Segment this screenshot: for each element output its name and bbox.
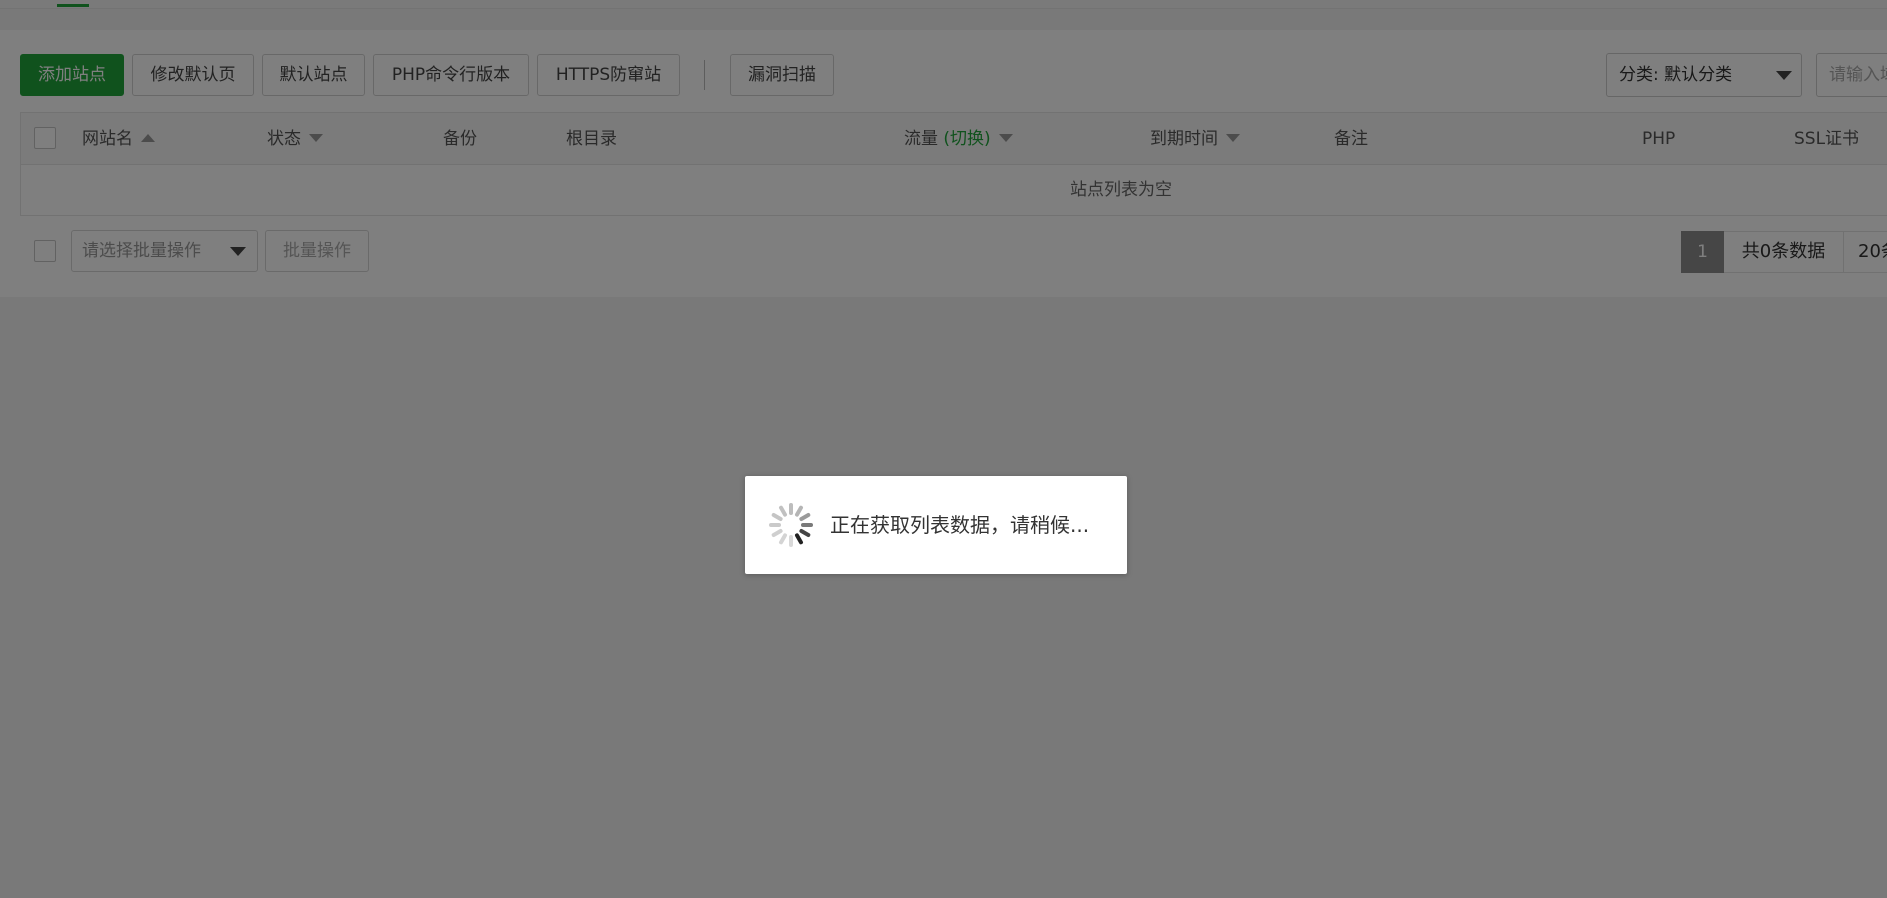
- loading-message: 正在获取列表数据，请稍候...: [830, 513, 1090, 537]
- loading-dialog: 正在获取列表数据，请稍候...: [745, 476, 1127, 574]
- loading-spinner-icon: [769, 503, 813, 547]
- loading-overlay: [0, 0, 1887, 898]
